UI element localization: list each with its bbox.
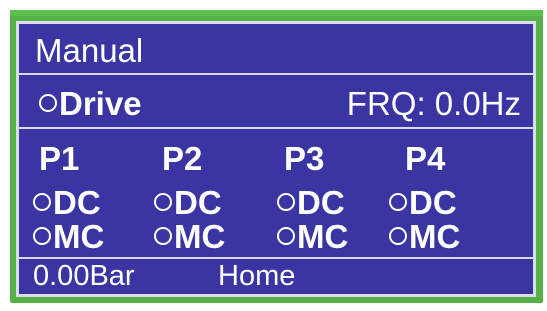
pump-1-dc-toggle[interactable]: DC — [33, 186, 101, 219]
pump-4-label: P4 — [405, 140, 446, 177]
pump-2-dc-toggle[interactable]: DC — [154, 186, 222, 219]
pump-2-mc-toggle[interactable]: MC — [154, 220, 225, 253]
page-title: Manual — [35, 32, 144, 69]
hmi-screen: Manual Drive FRQ: 0.0Hz P1 P2 P3 P4 DC D… — [16, 21, 536, 297]
dc-indicator-icon — [277, 193, 295, 212]
mc-label: MC — [297, 218, 349, 255]
pump-4-dc-toggle[interactable]: DC — [389, 186, 457, 219]
pump-3-mc-toggle[interactable]: MC — [277, 220, 348, 253]
mc-indicator-icon — [33, 227, 51, 246]
pump-2-label: P2 — [162, 140, 203, 177]
dc-label: DC — [174, 184, 222, 221]
drive-status[interactable]: Drive — [39, 87, 142, 120]
footer-divider — [19, 257, 533, 259]
dc-indicator-icon — [154, 193, 172, 212]
mc-indicator-icon — [154, 227, 172, 246]
title-divider — [19, 73, 533, 75]
drive-divider — [19, 127, 533, 129]
mc-indicator-icon — [277, 227, 295, 246]
pressure-readout: 0.00Bar — [33, 260, 135, 292]
frequency-readout: FRQ: 0.0Hz — [346, 85, 521, 122]
home-button[interactable]: Home — [218, 262, 295, 291]
pump-1-label: P1 — [39, 140, 80, 177]
dc-label: DC — [409, 184, 457, 221]
mc-indicator-icon — [389, 227, 407, 246]
pump-1-mc-toggle[interactable]: MC — [33, 220, 104, 253]
mc-label: MC — [53, 218, 105, 255]
dc-indicator-icon — [33, 193, 51, 212]
dc-label: DC — [53, 184, 101, 221]
drive-label: Drive — [59, 85, 142, 122]
dc-indicator-icon — [389, 193, 407, 212]
drive-indicator-icon — [39, 94, 57, 113]
mc-label: MC — [409, 218, 461, 255]
dc-label: DC — [297, 184, 345, 221]
pump-3-label: P3 — [284, 140, 325, 177]
pump-4-mc-toggle[interactable]: MC — [389, 220, 460, 253]
mc-label: MC — [174, 218, 226, 255]
pump-3-dc-toggle[interactable]: DC — [277, 186, 345, 219]
